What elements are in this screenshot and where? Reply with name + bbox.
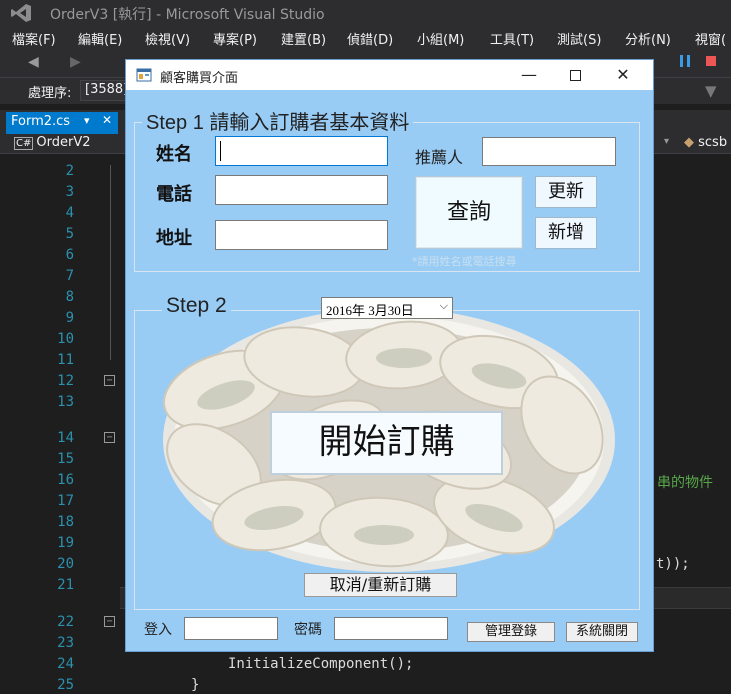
cancel-reorder-button[interactable]: 取消/重新訂購 bbox=[304, 573, 457, 597]
minimize-button[interactable]: — bbox=[506, 60, 552, 90]
chevron-down-icon[interactable]: ▾ bbox=[664, 136, 678, 152]
code-line-init: InitializeComponent(); bbox=[228, 656, 414, 672]
menu-file[interactable]: 檔案(F) bbox=[12, 29, 56, 48]
csharp-icon: C# bbox=[14, 137, 34, 150]
address-label: 地址 bbox=[156, 228, 192, 249]
name-input[interactable] bbox=[215, 136, 388, 166]
collapse-icon[interactable]: − bbox=[104, 432, 115, 443]
stop-icon[interactable] bbox=[706, 56, 716, 66]
login-label: 登入 bbox=[144, 622, 172, 638]
vs-menu-bar: 檔案(F) 編輯(E) 檢視(V) 專案(P) 建置(B) 偵錯(D) 小組(M… bbox=[0, 26, 731, 50]
menu-view[interactable]: 檢視(V) bbox=[145, 29, 190, 48]
project-name: OrderV2 bbox=[36, 135, 91, 150]
maximize-button[interactable] bbox=[552, 60, 598, 90]
address-input[interactable] bbox=[215, 220, 388, 250]
tab-form2-cs[interactable]: Form2.cs ▾ ✕ bbox=[6, 112, 118, 134]
line-number: 14 bbox=[57, 430, 74, 446]
referrer-input[interactable] bbox=[482, 137, 616, 166]
phone-input[interactable] bbox=[215, 175, 388, 205]
menu-build[interactable]: 建置(B) bbox=[281, 29, 326, 48]
name-label: 姓名 bbox=[156, 144, 192, 165]
chevron-down-icon[interactable]: ⌵ bbox=[440, 300, 448, 313]
line-number: 10 bbox=[57, 331, 74, 347]
fold-guide bbox=[110, 165, 111, 360]
code-comment-fragment: 串的物件 bbox=[657, 475, 713, 491]
password-input[interactable] bbox=[334, 617, 448, 640]
collapse-icon[interactable]: − bbox=[104, 616, 115, 627]
collapse-icon[interactable]: − bbox=[104, 375, 115, 386]
menu-team[interactable]: 小組(M) bbox=[417, 29, 464, 48]
process-label: 處理序: bbox=[28, 86, 72, 101]
member-name: scsb bbox=[698, 135, 728, 150]
line-number: 7 bbox=[65, 268, 74, 284]
search-hint: *請用姓名或電話搜尋 bbox=[412, 255, 517, 268]
line-number: 24 bbox=[57, 656, 74, 672]
line-number: 18 bbox=[57, 514, 74, 530]
filter-icon[interactable]: ▼ bbox=[705, 82, 717, 100]
member-dropdown[interactable]: ◆ scsb bbox=[684, 135, 727, 150]
customer-order-form: 顧客購買介面 — ✕ Step 1 請輸入訂購者基本資料 姓名 電話 地址 推薦… bbox=[125, 59, 654, 652]
line-number: 11 bbox=[57, 352, 74, 368]
vs-title-bar: OrderV3 [執行] - Microsoft Visual Studio bbox=[0, 0, 731, 26]
line-number: 15 bbox=[57, 451, 74, 467]
line-number: 4 bbox=[65, 205, 74, 221]
line-number: 8 bbox=[65, 289, 74, 305]
menu-edit[interactable]: 編輯(E) bbox=[78, 29, 122, 48]
form-title-bar: 顧客購買介面 — ✕ bbox=[126, 60, 653, 90]
line-number: 20 bbox=[57, 556, 74, 572]
visual-studio-logo-icon bbox=[11, 4, 31, 22]
back-icon[interactable]: ◀ bbox=[28, 54, 39, 70]
step1-caption: Step 1 請輸入訂購者基本資料 bbox=[142, 106, 414, 135]
line-number: 2 bbox=[65, 163, 74, 179]
code-fragment: t)); bbox=[656, 556, 690, 572]
tab-label: Form2.cs bbox=[11, 114, 71, 129]
add-button[interactable]: 新增 bbox=[535, 217, 597, 249]
line-number: 21 bbox=[57, 577, 74, 593]
form-title: 顧客購買介面 bbox=[160, 71, 239, 86]
line-number: 5 bbox=[65, 226, 74, 242]
line-number: 25 bbox=[57, 677, 74, 693]
menu-debug[interactable]: 偵錯(D) bbox=[347, 29, 393, 48]
login-input[interactable] bbox=[184, 617, 278, 640]
pause-icon[interactable] bbox=[680, 55, 690, 67]
class-icon: ◆ bbox=[684, 135, 694, 150]
menu-project[interactable]: 專案(P) bbox=[213, 29, 257, 48]
menu-tools[interactable]: 工具(T) bbox=[490, 29, 534, 48]
maximize-icon bbox=[569, 70, 581, 81]
menu-test[interactable]: 測試(S) bbox=[557, 29, 601, 48]
password-label: 密碼 bbox=[294, 622, 322, 638]
close-tab-icon[interactable]: ✕ bbox=[102, 113, 112, 127]
update-button[interactable]: 更新 bbox=[535, 176, 597, 208]
forward-icon[interactable]: ▶ bbox=[70, 54, 81, 70]
line-number: 23 bbox=[57, 635, 74, 651]
app-icon bbox=[136, 68, 152, 82]
start-order-button[interactable]: 開始訂購 bbox=[270, 411, 503, 475]
menu-analyze[interactable]: 分析(N) bbox=[625, 29, 671, 48]
line-number: 19 bbox=[57, 535, 74, 551]
menu-window[interactable]: 視窗( bbox=[695, 29, 726, 48]
code-brace: } bbox=[191, 677, 200, 693]
close-button[interactable]: ✕ bbox=[600, 60, 646, 90]
vs-window-title: OrderV3 [執行] - Microsoft Visual Studio bbox=[50, 7, 325, 23]
line-number: 16 bbox=[57, 472, 74, 488]
admin-login-button[interactable]: 管理登錄 bbox=[467, 622, 555, 642]
line-number: 3 bbox=[65, 184, 74, 200]
line-number: 6 bbox=[65, 247, 74, 263]
text-caret bbox=[220, 141, 221, 161]
line-number: 17 bbox=[57, 493, 74, 509]
phone-label: 電話 bbox=[156, 184, 192, 205]
process-dropdown[interactable]: [3588] bbox=[80, 80, 126, 101]
close-system-button[interactable]: 系統關閉 bbox=[566, 622, 638, 642]
project-dropdown[interactable]: C# OrderV2 bbox=[14, 135, 90, 150]
line-number: 12 bbox=[57, 373, 74, 389]
query-button[interactable]: 查詢 bbox=[415, 176, 523, 249]
line-number: 9 bbox=[65, 310, 74, 326]
line-number: 22 bbox=[57, 614, 74, 630]
line-number: 13 bbox=[57, 394, 74, 410]
date-value: 2016年 3月30日 bbox=[326, 303, 414, 318]
referrer-label: 推薦人 bbox=[415, 148, 464, 167]
pin-icon[interactable]: ▾ bbox=[84, 114, 90, 127]
order-date-picker[interactable]: 2016年 3月30日 ⌵ bbox=[321, 297, 453, 319]
